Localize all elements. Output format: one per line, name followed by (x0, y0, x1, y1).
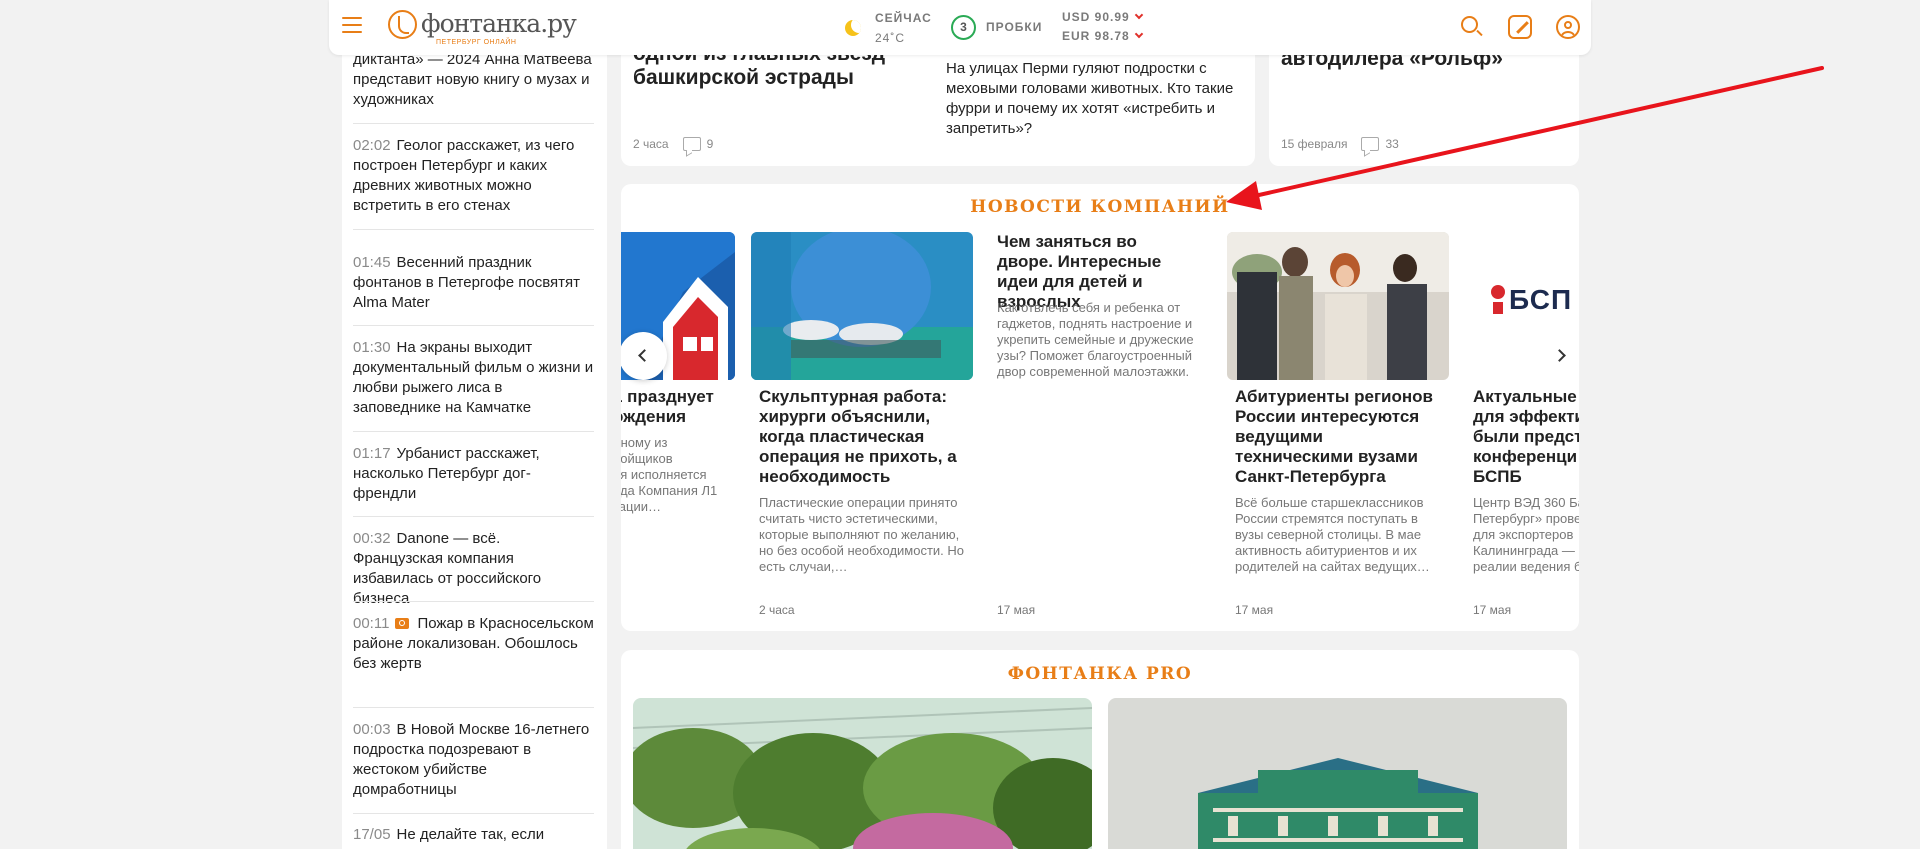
comment-count: 33 (1385, 137, 1399, 151)
card-meta: 2 часа 9 (633, 134, 713, 151)
slide-title[interactable]: Абитуриенты регионов России интересуются… (1235, 387, 1445, 487)
students-photo (1227, 232, 1449, 380)
feed-item-text: Пожар в Красносельском районе локализова… (353, 615, 594, 672)
traffic-label: ПРОБКИ (986, 20, 1043, 34)
feed-item[interactable]: 02:02 Геолог расскажет, из чего построен … (353, 136, 594, 216)
feed-item[interactable]: диктанта» — 2024 Анна Матвеева представи… (353, 50, 594, 110)
camera-icon (395, 618, 410, 629)
bank-logo-icon (1491, 285, 1505, 299)
slide-image[interactable] (1227, 232, 1449, 380)
divider (353, 516, 594, 517)
slide-description: Всё больше старшеклассников России стрем… (1235, 495, 1430, 574)
divider (353, 813, 594, 814)
chevron-left-icon (638, 349, 651, 362)
traffic-level: 3 (951, 15, 976, 40)
feed-item[interactable]: 00:11 Пожар в Красносельском районе локал… (353, 614, 594, 674)
greenhouse-image (633, 698, 1092, 849)
feed-item[interactable]: 17/05 Не делайте так, если (353, 825, 594, 845)
feed-item-text: диктанта» — 2024 Анна Матвеева представи… (353, 51, 592, 108)
divider (353, 123, 594, 124)
divider (353, 707, 594, 708)
user-icon[interactable] (1556, 15, 1580, 39)
feed-item[interactable]: 00:03 В Новой Москве 16-летнего подростка… (353, 720, 594, 800)
feed-item[interactable]: 01:30 На экраны выходит документальный фи… (353, 338, 594, 418)
divider (353, 325, 594, 326)
surgery-photo (751, 232, 973, 380)
slide-date: 2 часа (759, 603, 795, 617)
bank-logo-text: БСП (1509, 284, 1573, 315)
slide-description: Как отвлечь себя и ребенка от гаджетов, … (997, 300, 1194, 379)
bank-logo-mark (1493, 302, 1503, 314)
greenhouse-photo[interactable] (633, 698, 1092, 849)
divider (353, 229, 594, 230)
news-feed: диктанта» — 2024 Анна Матвеева представи… (342, 0, 607, 849)
card-description[interactable]: На улицах Перми гуляют подростки с мехов… (946, 59, 1236, 139)
comment-icon (1361, 137, 1380, 151)
chevron-down-icon (1134, 10, 1143, 20)
logo-title: фонтанка.ру (421, 9, 577, 38)
chevron-right-icon (1553, 349, 1566, 362)
feed-item-time: 17/05 (353, 826, 391, 843)
search-icon[interactable] (1460, 15, 1484, 39)
feed-item-time: 00:03 (353, 721, 391, 738)
rate-eur: EUR 98.78 (1062, 29, 1143, 48)
card-time: 2 часа (633, 137, 669, 151)
feed-item-time: 02:02 (353, 137, 391, 154)
feed-item-time: 00:32 (353, 530, 391, 547)
section-title[interactable]: НОВОСТИ КОМПАНИЙ (621, 197, 1579, 217)
feed-item-time: 01:45 (353, 254, 391, 271)
comment-count: 9 (706, 137, 714, 151)
site-header: фонтанка.ру ПЕТЕРБУРГ ОНЛАЙН СЕЙЧАС 24˚C… (329, 0, 1591, 55)
slide-title[interactable]: 1 празднует ождения (621, 387, 723, 427)
menu-icon[interactable] (342, 17, 362, 33)
currency-rates[interactable]: USD 90.99 EUR 98.78 (1062, 10, 1143, 48)
slide-description: дному из ройщиков ая исполняется ода Ком… (621, 435, 718, 514)
feed-item[interactable]: 01:17 Урбанист расскажет, насколько Петер… (353, 444, 594, 504)
theatre-photo[interactable] (1108, 698, 1567, 849)
slide-date: 17 мая (997, 603, 1036, 617)
weather-temperature: 24˚C (875, 31, 906, 45)
weather-label: СЕЙЧАС (875, 11, 932, 25)
theatre-image (1108, 698, 1567, 849)
slide-title[interactable]: Скульптурная работа: хирурги объяснили, … (759, 387, 959, 487)
logo-icon (388, 10, 417, 39)
feed-item-time: 01:17 (353, 445, 391, 462)
slide-date: 17 мая (1235, 603, 1274, 617)
carousel-prev-button[interactable] (621, 332, 667, 380)
slide-description: Центр ВЭД 360 Ба Петербург» прове для эк… (1473, 495, 1579, 574)
divider (353, 601, 594, 602)
slide-date: 17 мая (1473, 603, 1512, 617)
slide-image[interactable] (751, 232, 973, 380)
slide-description: Пластические операции принято считать чи… (759, 495, 965, 574)
comment-icon (682, 137, 701, 151)
fontanka-pro-section: ФОНТАНКА PRO (621, 650, 1579, 849)
slide-title[interactable]: Актуальные р для эффекти были предста ко… (1473, 387, 1579, 487)
card-time: 15 февраля (1281, 137, 1348, 151)
logo-subtitle: ПЕТЕРБУРГ ОНЛАЙН (436, 39, 517, 46)
carousel-next-button[interactable] (1539, 332, 1579, 380)
feed-item[interactable]: 01:45 Весенний праздник фонтанов в Петерг… (353, 253, 594, 313)
edit-icon[interactable] (1508, 15, 1532, 39)
feed-item-time: 01:30 (353, 339, 391, 356)
rate-usd: USD 90.99 (1062, 10, 1143, 29)
chevron-down-icon (1134, 29, 1143, 39)
divider (353, 431, 594, 432)
company-news-section: НОВОСТИ КОМПАНИЙ 1 празднует ождения дно… (621, 184, 1579, 631)
feed-item-time: 00:11 (353, 615, 390, 632)
feed-item[interactable]: 00:32 Danone — всё. Французская компания … (353, 529, 594, 609)
card-meta: 15 февраля 33 (1281, 134, 1399, 151)
moon-icon (845, 20, 861, 36)
section-title[interactable]: ФОНТАНКА PRO (621, 664, 1579, 684)
feed-item-text: Не делайте так, если (396, 826, 545, 843)
